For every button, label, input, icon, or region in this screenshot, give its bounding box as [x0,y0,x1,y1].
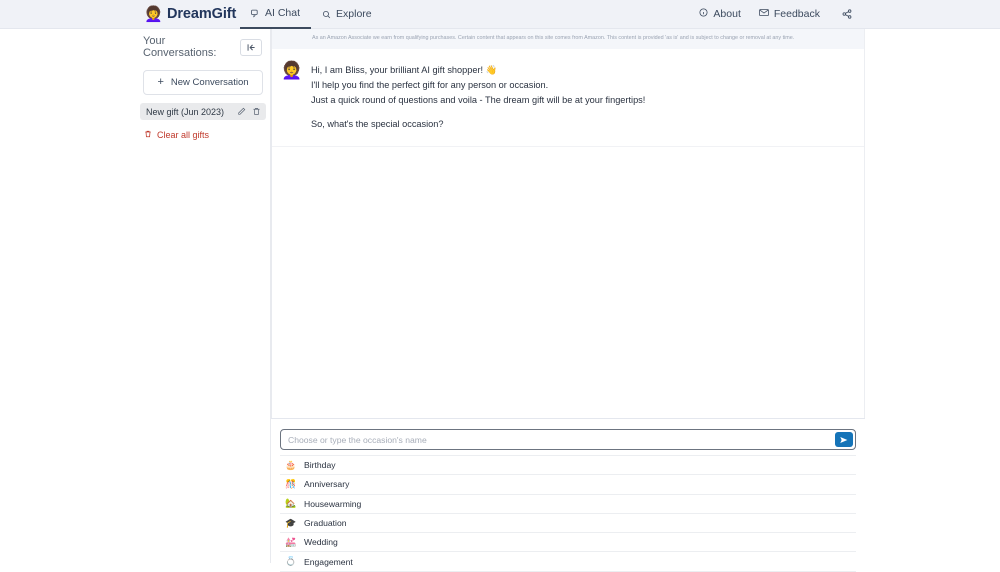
conversation-title: New gift (Jun 2023) [146,107,237,117]
conversations-sidebar: Your Conversations: + New Conversation N… [136,29,271,563]
envelope-icon [759,8,769,20]
birthday-cake-icon: 🎂 [285,460,296,471]
clear-all-gifts-label: Clear all gifts [157,130,209,140]
bliss-avatar-emoji-icon: 👩‍🦱 [145,6,162,23]
about-link-label: About [713,8,740,20]
new-conversation-button[interactable]: + New Conversation [143,70,263,95]
wedding-chapel-icon: 💒 [285,537,296,548]
occasion-input-row[interactable] [280,429,856,450]
list-item[interactable]: 🎓 Graduation [280,514,856,533]
about-link[interactable]: About [699,8,740,20]
feedback-link[interactable]: Feedback [759,8,820,20]
option-label: Graduation [304,518,347,528]
plus-icon: + [157,77,163,88]
option-label: Birthday [304,460,336,470]
option-label: Housewarming [304,499,361,509]
pencil-icon[interactable] [237,107,246,116]
option-label: Wedding [304,537,338,547]
trash-icon [144,130,152,140]
message-line: Just a quick round of questions and voil… [311,93,645,108]
sidebar-title: Your Conversations: [143,35,240,59]
graduation-cap-icon: 🎓 [285,518,296,529]
ring-icon: 💍 [285,556,296,567]
trash-icon[interactable] [252,107,261,116]
occasion-input[interactable] [281,430,835,449]
house-icon: 🏡 [285,498,296,509]
header-actions: About Feedback [699,0,852,29]
info-circle-icon [699,8,708,20]
app-header: 👩‍🦱 DreamGift AI Chat Explore [0,0,1000,29]
tab-explore-label: Explore [336,8,372,20]
amazon-disclaimer-text: As an Amazon Associate we earn from qual… [312,34,838,43]
brand-name: DreamGift [167,6,236,22]
amazon-disclaimer: As an Amazon Associate we earn from qual… [272,29,864,49]
composer-area: 🎂 Birthday 🎊 Anniversary 🏡 Housewarming … [271,418,865,563]
bliss-avatar-emoji-icon: 👩‍🦱 [281,61,301,81]
feedback-link-label: Feedback [774,8,820,20]
message-question: So, what's the special occasion? [311,117,645,132]
list-item[interactable]: New gift (Jun 2023) [140,103,266,120]
assistant-message-body: Hi, I am Bliss, your brilliant AI gift s… [311,61,645,132]
main-nav-tabs: AI Chat Explore [240,0,383,29]
list-item[interactable]: 💍 Engagement [280,552,856,571]
tab-ai-chat[interactable]: AI Chat [240,0,311,29]
assistant-message: 👩‍🦱 Hi, I am Bliss, your brilliant AI gi… [272,49,864,147]
share-icon[interactable] [842,9,852,19]
send-button[interactable] [835,432,853,447]
confetti-icon: 🎊 [285,479,296,490]
brand-logo-group[interactable]: 👩‍🦱 DreamGift [145,0,236,29]
tab-explore[interactable]: Explore [311,0,383,29]
occasion-options-list: 🎂 Birthday 🎊 Anniversary 🏡 Housewarming … [280,455,856,572]
list-item[interactable]: 💒 Wedding [280,533,856,552]
option-label: Engagement [304,557,353,567]
search-icon [322,10,331,19]
message-line: Hi, I am Bliss, your brilliant AI gift s… [311,63,645,78]
conversation-actions [237,107,261,116]
message-line: I'll help you find the perfect gift for … [311,78,645,93]
option-label: Anniversary [304,479,349,489]
sidebar-header: Your Conversations: [136,29,270,63]
chat-bubble-icon [251,9,260,18]
list-item[interactable]: 🎂 Birthday [280,456,856,475]
collapse-sidebar-button[interactable] [240,39,262,56]
list-item[interactable]: 🏡 Housewarming [280,495,856,514]
clear-all-gifts-button[interactable]: Clear all gifts [144,130,270,140]
tab-ai-chat-label: AI Chat [265,7,300,19]
list-item[interactable]: 🎊 Anniversary [280,475,856,494]
new-conversation-label: New Conversation [171,77,249,88]
